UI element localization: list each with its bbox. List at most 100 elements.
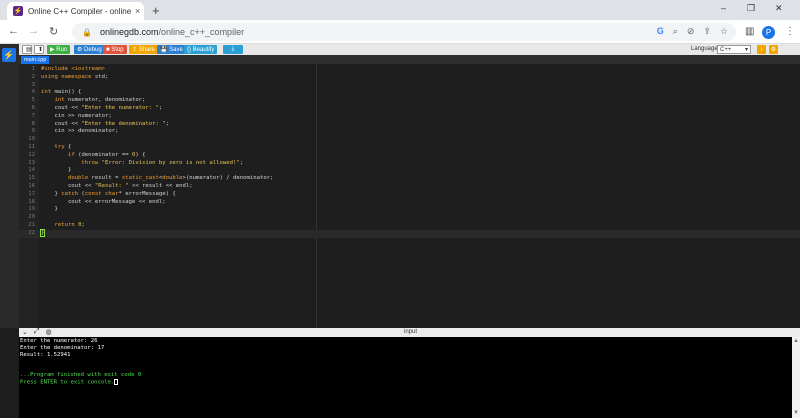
code-line[interactable]: 14 }	[19, 167, 800, 175]
line-number: 5	[31, 97, 35, 104]
lock-icon: 🔒	[82, 27, 92, 37]
code-text: using namespace std;	[41, 73, 109, 80]
code-line[interactable]: 4 int main() {	[19, 89, 800, 97]
code-line[interactable]: 20	[19, 214, 800, 222]
code-line[interactable]: 3	[19, 82, 800, 90]
restore-icon[interactable]: ❐	[747, 3, 755, 14]
omnibox-actions: G ⌕ ⊘ ⇪ ☆	[657, 26, 728, 37]
code-line[interactable]: 18 cout << errorMessage << endl;	[19, 199, 800, 207]
back-arrow-icon[interactable]: ←	[8, 25, 19, 37]
url-bar[interactable]: 🔒 onlinegdb.com/online_c++_compiler G ⌕ …	[72, 23, 736, 41]
line-number: 2	[31, 73, 35, 80]
tab-close-icon[interactable]: ×	[135, 6, 140, 16]
sidebar-logo-icon[interactable]: ⚡	[2, 48, 16, 62]
expand-icon[interactable]: ⤢	[34, 328, 40, 336]
output-console[interactable]: Enter the numerator: 26 Enter the denomin…	[19, 337, 792, 418]
code-text: return 0;	[54, 222, 85, 228]
zoom-icon[interactable]: ⌕	[673, 26, 678, 37]
window-close-icon[interactable]: ✕	[775, 3, 783, 14]
code-text: cout << "Enter the numerator: ";	[41, 105, 163, 111]
line-number: 14	[28, 167, 35, 174]
code-line[interactable]: 19 }	[19, 206, 800, 214]
code-editor[interactable]: 1 #include <iostream> 2 using namespace std…	[19, 64, 800, 328]
code-text: int numerator, denominator;	[54, 97, 146, 104]
code-text: if (denominator == 0) {	[67, 151, 146, 158]
new-file-icon[interactable]: ▤	[22, 45, 32, 54]
editor-toolbar: ▤ ⬆ ▶ Run ⚙ Debug ■ Stop ⇪ Share 💾 Save …	[19, 44, 800, 55]
upload-icon[interactable]: ⬆	[34, 45, 44, 54]
console-line: Result: 1.52941	[20, 351, 71, 358]
share-icon[interactable]: ⇪	[703, 26, 711, 37]
settings-gear-icon[interactable]: ⚙	[769, 45, 778, 54]
code-line[interactable]: 17 } catch (const char* errorMessage) {	[19, 191, 800, 199]
line-number: 18	[28, 198, 35, 205]
share-button[interactable]: ⇪ Share	[129, 45, 158, 54]
code-line[interactable]: 11 try {	[19, 144, 800, 152]
forward-arrow-icon[interactable]: →	[28, 25, 39, 37]
beautify-button[interactable]: {} Beautify	[184, 45, 218, 54]
code-line[interactable]: 21 return 0;	[19, 222, 800, 230]
code-line[interactable]: 16 cout << "Result: " << result << endl;	[19, 183, 800, 191]
minimize-icon[interactable]: –	[721, 3, 726, 13]
bookmark-star-icon[interactable]: ☆	[720, 26, 728, 37]
line-number: 16	[28, 183, 35, 189]
terminal-cursor	[114, 378, 119, 385]
line-number: 6	[31, 105, 35, 111]
code-text: throw "Error: Division by zero is not al…	[81, 159, 244, 166]
line-number: 13	[28, 159, 35, 166]
code-text: double result = static_cast<double>(nume…	[67, 175, 274, 182]
code-line[interactable]: 1 #include <iostream>	[19, 66, 800, 74]
google-translate-icon[interactable]: G	[657, 26, 664, 37]
eye-off-icon[interactable]: ⊘	[687, 26, 695, 37]
line-number: 9	[31, 128, 35, 135]
stop-button[interactable]: ■ Stop	[103, 45, 127, 54]
code-line[interactable]: 6 cout << "Enter the numerator: ";	[19, 105, 800, 113]
tab-title: Online C++ Compiler - online e	[28, 6, 133, 16]
scroll-up-icon[interactable]: ▲	[793, 338, 799, 344]
code-line[interactable]: 9 cin >> denominator;	[19, 128, 800, 136]
console-scrollbar[interactable]: ▲ ▼	[792, 337, 800, 418]
line-number: 12	[28, 151, 35, 158]
code-line[interactable]: 7 cin >> numerator;	[19, 113, 800, 121]
code-line[interactable]: 5 int numerator, denominator;	[19, 97, 800, 105]
code-line[interactable]: 2 using namespace std;	[19, 74, 800, 82]
side-panel-icon[interactable]: ▥	[745, 26, 754, 37]
line-number: 15	[28, 175, 35, 182]
new-tab-button[interactable]: +	[152, 3, 160, 18]
save-button[interactable]: 💾 Save	[157, 45, 186, 54]
run-button[interactable]: ▶ Run	[47, 45, 71, 54]
url-host: onlinegdb.com	[99, 27, 159, 37]
code-line[interactable]: 15 double result = static_cast<double>(n…	[19, 175, 800, 183]
debug-button[interactable]: ⚙ Debug	[74, 45, 105, 54]
line-number: 8	[31, 120, 35, 127]
code-line[interactable]: 13 throw "Error: Division by zero is not…	[19, 160, 800, 168]
code-text: try {	[54, 144, 72, 150]
code-text: cout << errorMessage << endl;	[41, 198, 166, 205]
line-number: 19	[28, 206, 35, 213]
exit-message: ...Program finished with exit code 0	[20, 371, 142, 378]
code-line[interactable]: 22}	[19, 228, 800, 238]
reload-icon[interactable]: ↻	[49, 25, 58, 38]
file-tab-main-cpp[interactable]: main.cpp	[21, 56, 50, 64]
file-tabs: main.cpp	[19, 55, 800, 64]
language-select[interactable]: C++ ▾	[717, 45, 751, 54]
stdin-toggle-icon[interactable]: ◍	[45, 328, 51, 336]
code-line[interactable]: 12 if (denominator == 0) {	[19, 152, 800, 160]
profile-avatar[interactable]: P	[762, 26, 775, 39]
collapse-icon[interactable]: ⌄	[22, 328, 28, 336]
scroll-down-icon[interactable]: ▼	[793, 410, 799, 416]
download-button[interactable]: ⤓	[223, 45, 243, 54]
browser-menu-icon[interactable]: ⋮	[785, 26, 795, 37]
line-number: 4	[31, 89, 35, 96]
browser-tab[interactable]: ⚡ Online C++ Compiler - online e ×	[7, 2, 144, 20]
io-panel-title: input	[404, 329, 418, 335]
url-text: onlinegdb.com/online_c++_compiler	[100, 27, 244, 37]
code-text: } catch (const char* errorMessage) {	[41, 190, 176, 197]
code-line[interactable]: 10	[19, 136, 800, 144]
line-number: 21	[28, 222, 35, 228]
language-label: Language	[691, 46, 718, 52]
code-line[interactable]: 8 cout << "Enter the denominator: ";	[19, 121, 800, 129]
info-icon[interactable]: i	[757, 45, 766, 54]
line-number: 7	[31, 112, 35, 119]
